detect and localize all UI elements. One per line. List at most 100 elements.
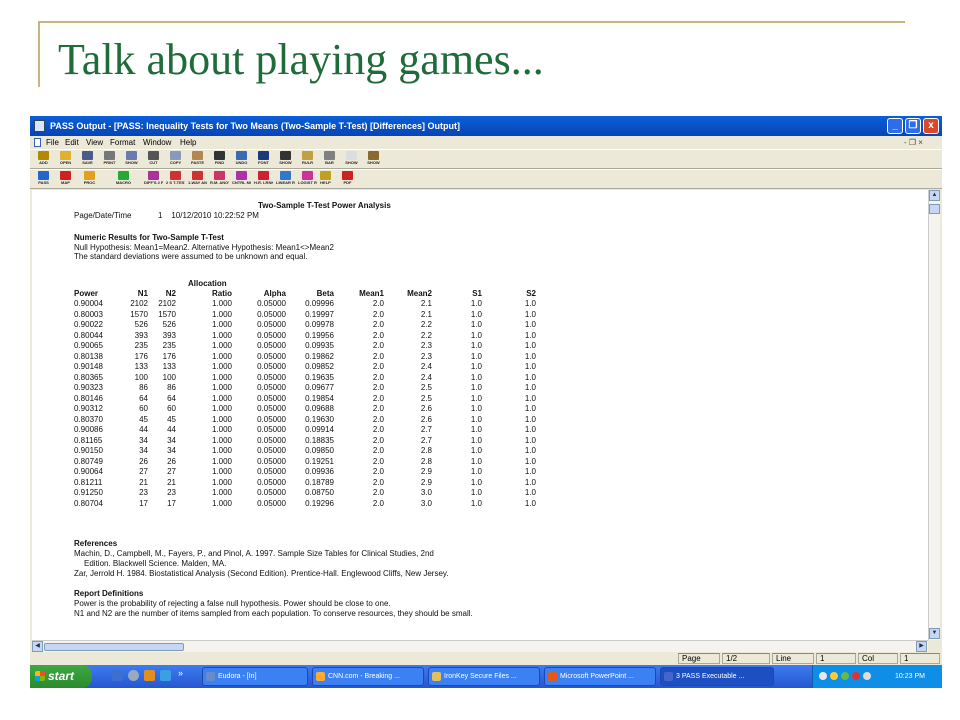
- toolbar-button-show[interactable]: SHOW: [364, 151, 383, 168]
- toolbar-button-paste[interactable]: PASTE: [188, 151, 207, 168]
- scroll-right-arrow-icon[interactable]: ▶: [916, 641, 927, 652]
- status-line-label: Line: [772, 653, 814, 664]
- cell-s2: 1.0: [524, 456, 536, 466]
- report-document[interactable]: Two-Sample T-Test Power Analysis Page/Da…: [32, 190, 928, 640]
- proc-button-help[interactable]: HELP: [316, 171, 335, 188]
- taskbar-button[interactable]: Eudora - [In]: [202, 667, 308, 686]
- scroll-thumb[interactable]: [929, 204, 940, 214]
- toolbar-button-save[interactable]: SAVE: [78, 151, 97, 168]
- cell-ratio: 1.000: [211, 467, 232, 476]
- proc-button-logist-reg[interactable]: LOGIST REG: [298, 171, 317, 188]
- vertical-scrollbar[interactable]: ▲ ▼: [928, 190, 940, 640]
- toolbar-button-copy[interactable]: COPY: [166, 151, 185, 168]
- menu-file[interactable]: File: [46, 136, 59, 149]
- paste-icon: [192, 151, 203, 160]
- play-icon: [118, 171, 129, 180]
- quicklaunch-browser-icon[interactable]: [128, 670, 139, 681]
- column-header-s2: S2: [526, 289, 536, 298]
- proc-button-r-m-anova[interactable]: R.M. ANOVA: [210, 171, 229, 188]
- status-col-value: 1: [900, 653, 940, 664]
- toolbar-button-find[interactable]: FIND: [210, 151, 229, 168]
- table-row: 0.81165 34 34 1.000 0.05000 0.18835 2.0 2.7 1.0 1…: [32, 436, 592, 445]
- taskbar-button[interactable]: IronKey Secure Files ...: [428, 667, 540, 686]
- scroll-down-arrow-icon[interactable]: ▼: [929, 628, 940, 639]
- cell-s2: 1.0: [524, 477, 536, 487]
- proc-button-label: PASS: [38, 180, 49, 185]
- menu-edit[interactable]: Edit: [65, 136, 79, 149]
- scroll-left-arrow-icon[interactable]: ◀: [32, 641, 43, 652]
- proc-button-label: H.R. LRNK: [254, 180, 273, 185]
- slide-decoration-left: [38, 21, 40, 87]
- toolbar-button-undo[interactable]: UNDO: [232, 151, 251, 168]
- toolbar-button-show[interactable]: SHOW: [122, 151, 141, 168]
- quicklaunch-desktop-icon[interactable]: [112, 670, 123, 681]
- menu-window[interactable]: Window: [143, 136, 171, 149]
- toolbar-button-open[interactable]: OPEN: [56, 151, 75, 168]
- close-button[interactable]: x: [923, 118, 939, 134]
- start-button[interactable]: start: [30, 665, 92, 688]
- scroll-up-arrow-icon[interactable]: ▲: [929, 190, 940, 201]
- tray-volume-icon[interactable]: [863, 672, 871, 680]
- quicklaunch-ie-icon[interactable]: [160, 670, 171, 681]
- proc-button-2-s-t-test[interactable]: 2 S T-TEST: [166, 171, 185, 188]
- proc-button-cntrl-mc-s[interactable]: CNTRL MC-S: [232, 171, 251, 188]
- taskbar-button[interactable]: Microsoft PowerPoint ...: [544, 667, 656, 686]
- status-col-label: Col: [858, 653, 898, 664]
- horizontal-scroll-thumb[interactable]: [44, 643, 184, 651]
- table-row: 0.81211 21 21 1.000 0.05000 0.18789 2.0 2.9 1.0 1…: [32, 478, 592, 487]
- proc-button-proc[interactable]: PROC: [80, 171, 99, 188]
- cell-n2: 64: [167, 393, 176, 403]
- toolbar-button-rulr[interactable]: RULR: [298, 151, 317, 168]
- cell-s1: 1.0: [470, 467, 482, 476]
- status-page-label: Page: [678, 653, 720, 664]
- proc-button-linear-reg[interactable]: LINEAR REG: [276, 171, 295, 188]
- menu-help[interactable]: Help: [180, 136, 196, 149]
- cell-s1: 1.0: [470, 435, 482, 445]
- proc-button-pass[interactable]: PASS: [34, 171, 53, 188]
- quicklaunch-chevron-icon[interactable]: »: [178, 668, 183, 678]
- toolbar-button-cut[interactable]: CUT: [144, 151, 163, 168]
- maximize-button[interactable]: ❐: [905, 118, 921, 134]
- mdi-window-controls[interactable]: - ❐ ×: [904, 136, 923, 149]
- proc-button-map[interactable]: MAP: [56, 171, 75, 188]
- cell-s1: 1.0: [470, 351, 482, 361]
- toolbar-button-show[interactable]: SHOW: [342, 151, 361, 168]
- proc-button-diff-s-2-prop[interactable]: DIFF'S 2 PROP: [144, 171, 163, 188]
- table-row: 0.90323 86 86 1.000 0.05000 0.09677 2.0 2.5 1.0 1…: [32, 383, 592, 392]
- assumption-text: The standard deviations were assumed to …: [74, 252, 308, 261]
- cell-n2: 17: [167, 498, 176, 508]
- taskbar-button[interactable]: 3 PASS Executable ...: [660, 667, 774, 686]
- tray-antivirus-icon[interactable]: [852, 672, 860, 680]
- column-header-ratio: Ratio: [212, 289, 232, 298]
- tray-security-icon[interactable]: [830, 672, 838, 680]
- proc-button-pdf[interactable]: PDF: [338, 171, 357, 188]
- toolbar-button-label: SHOW: [125, 160, 138, 165]
- toolbar-button-font[interactable]: FONT: [254, 151, 273, 168]
- cell-n2: 21: [167, 477, 176, 487]
- tray-update-icon[interactable]: [841, 672, 849, 680]
- proc-button-1-way-anova[interactable]: 1-WAY ANOVA: [188, 171, 207, 188]
- cell-ratio: 1.000: [211, 435, 232, 445]
- cell-ratio: 1.000: [211, 477, 232, 487]
- table-row: 0.90150 34 34 1.000 0.05000 0.09850 2.0 2.8 1.0 1…: [32, 446, 592, 455]
- tray-network-icon[interactable]: [819, 672, 827, 680]
- window-titlebar[interactable]: PASS Output - [PASS: Inequality Tests fo…: [30, 116, 942, 136]
- horizontal-scrollbar[interactable]: ◀ ▶: [32, 640, 928, 652]
- status-line-value: 1: [816, 653, 856, 664]
- column-header-power: Power: [74, 289, 99, 298]
- toolbar-button-print[interactable]: PRINT: [100, 151, 119, 168]
- clock[interactable]: 10:23 PM: [895, 665, 925, 688]
- toolbar-button-show[interactable]: SHOW: [276, 151, 295, 168]
- minimize-button[interactable]: _: [887, 118, 903, 134]
- trophy-icon: [38, 151, 49, 160]
- proc-button-h-r-lrnk[interactable]: H.R. LRNK: [254, 171, 273, 188]
- taskbar-button[interactable]: CNN.com - Breaking ...: [312, 667, 424, 686]
- toolbar-button-bar[interactable]: BAR: [320, 151, 339, 168]
- toolbar-button-add[interactable]: ADD: [34, 151, 53, 168]
- proc-button-macro[interactable]: MACRO: [114, 171, 133, 188]
- menu-view[interactable]: View: [86, 136, 103, 149]
- task-app-icon: [548, 672, 557, 681]
- proc-arrow-icon: [84, 171, 95, 180]
- quicklaunch-media-icon[interactable]: [144, 670, 155, 681]
- menu-format[interactable]: Format: [110, 136, 135, 149]
